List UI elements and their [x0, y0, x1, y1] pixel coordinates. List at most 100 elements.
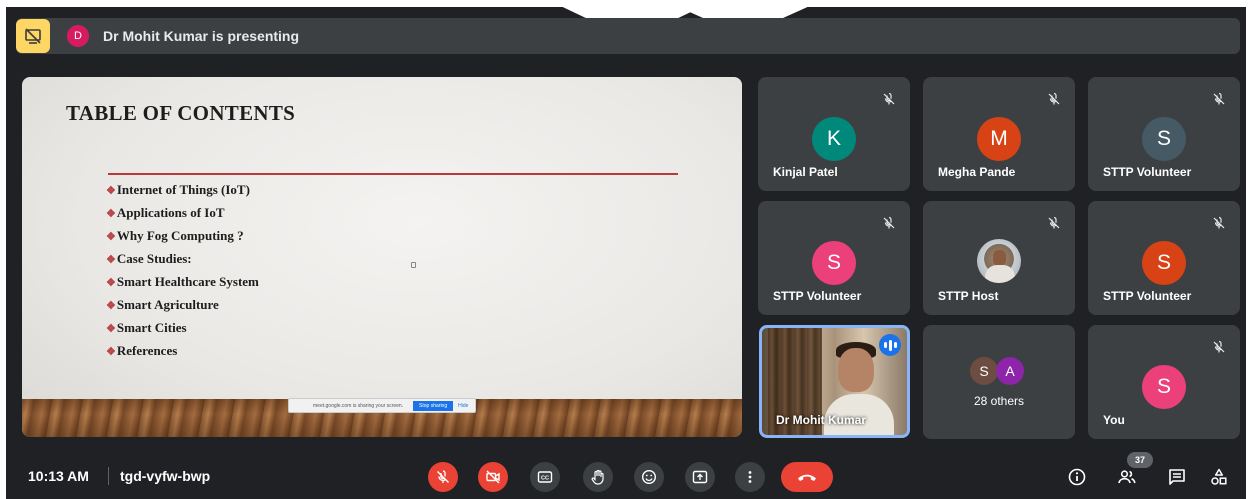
- participant-count-badge: 37: [1127, 452, 1153, 468]
- bullet-text: Case Studies:: [116, 251, 192, 266]
- captions-button[interactable]: CC: [530, 462, 560, 492]
- meeting-time: 10:13 AM: [28, 468, 89, 484]
- video-person-face: [838, 348, 874, 392]
- activities-button[interactable]: [1206, 464, 1232, 490]
- shared-screen: TABLE OF CONTENTS ❖Internet of Things (I…: [22, 77, 742, 437]
- mic-off-icon: [1210, 338, 1228, 356]
- screen-sharing-notice: meet.google.com is sharing your screen. …: [288, 398, 476, 413]
- others-count-label: 28 others: [973, 394, 1025, 408]
- bullet-icon: ❖: [106, 231, 116, 243]
- slide-divider: [108, 173, 678, 175]
- participant-name: Megha Pande: [938, 165, 1016, 179]
- activities-icon: [1211, 468, 1227, 485]
- microphone-toggle-button[interactable]: [428, 462, 458, 492]
- end-call-icon: [798, 474, 816, 481]
- slide-title: TABLE OF CONTENTS: [66, 101, 296, 125]
- bullet-text: Internet of Things (IoT): [116, 182, 250, 197]
- present-now-button[interactable]: [685, 462, 715, 492]
- more-options-button[interactable]: [735, 462, 765, 492]
- participant-avatar: A: [996, 357, 1024, 385]
- self-tile[interactable]: S You: [1088, 325, 1240, 439]
- mic-off-icon: [880, 214, 898, 232]
- mic-off-icon: [437, 470, 449, 483]
- bullet-icon: ❖: [106, 185, 116, 197]
- raise-hand-icon: [591, 469, 604, 485]
- mouse-cursor-icon: [411, 262, 416, 268]
- slide-bullet-item: ❖Smart Healthcare System: [106, 270, 259, 293]
- bullet-icon: ❖: [106, 300, 116, 312]
- slide-bullet-item: ❖Case Studies:: [106, 247, 259, 270]
- chat-button[interactable]: [1164, 464, 1190, 490]
- stop-presenting-button[interactable]: [16, 19, 50, 53]
- bullet-text: Smart Cities: [116, 320, 187, 335]
- emoji-icon: [641, 469, 657, 485]
- meeting-details-button[interactable]: [1064, 464, 1090, 490]
- presenting-bar: D Dr Mohit Kumar is presenting: [16, 18, 1240, 54]
- present-icon: [692, 470, 708, 484]
- mic-off-icon: [1210, 214, 1228, 232]
- participant-tile[interactable]: K Kinjal Patel: [758, 77, 910, 191]
- slide-bullet-item: ❖Smart Cities: [106, 316, 259, 339]
- bullet-icon: ❖: [106, 346, 116, 358]
- slide-bullet-item: ❖Smart Agriculture: [106, 293, 259, 316]
- participant-avatar: K: [812, 117, 856, 161]
- participant-avatar: S: [1142, 241, 1186, 285]
- bullet-icon: ❖: [106, 277, 116, 289]
- bullet-text: Smart Agriculture: [116, 297, 219, 312]
- others-tile[interactable]: S A 28 others: [923, 325, 1075, 439]
- participant-name: Dr Mohit Kumar: [776, 413, 866, 427]
- svg-text:CC: CC: [541, 476, 549, 482]
- captions-icon: CC: [537, 471, 553, 483]
- bullet-text: Why Fog Computing ?: [116, 228, 244, 243]
- participant-tile[interactable]: S STTP Volunteer: [1088, 77, 1240, 191]
- bullet-text: Applications of IoT: [116, 205, 225, 220]
- participant-avatar: S: [1142, 365, 1186, 409]
- participant-avatar: S: [1142, 117, 1186, 161]
- participant-name: STTP Host: [938, 289, 999, 303]
- participant-avatar: M: [977, 117, 1021, 161]
- divider: [108, 467, 109, 485]
- presenter-video-tile[interactable]: Dr Mohit Kumar: [759, 325, 910, 438]
- stop-sharing-button[interactable]: Stop sharing: [413, 400, 454, 411]
- mic-off-icon: [1045, 90, 1063, 108]
- camera-toggle-button[interactable]: [478, 462, 508, 492]
- participant-name: STTP Volunteer: [1103, 165, 1192, 179]
- bullet-icon: ❖: [106, 323, 116, 335]
- participant-name: Kinjal Patel: [773, 165, 838, 179]
- participant-avatar: S: [970, 357, 998, 385]
- bullet-text: References: [116, 343, 178, 358]
- participant-tile[interactable]: S STTP Volunteer: [1088, 201, 1240, 315]
- meeting-controls-bar: 10:13 AM tgd-vyfw-bwp CC: [0, 448, 1252, 499]
- mic-off-icon: [1210, 90, 1228, 108]
- info-icon: [1068, 468, 1086, 486]
- stop-presenting-icon: [25, 28, 41, 44]
- raise-hand-button[interactable]: [583, 462, 613, 492]
- sharing-notice-text: meet.google.com is sharing your screen.: [313, 402, 404, 409]
- slide-bullet-item: ❖Applications of IoT: [106, 201, 259, 224]
- more-options-icon: [748, 471, 752, 483]
- emoji-reactions-button[interactable]: [634, 462, 664, 492]
- participant-name: STTP Volunteer: [773, 289, 862, 303]
- hide-notice-link[interactable]: Hide: [458, 403, 468, 409]
- participant-tile[interactable]: STTP Host: [923, 201, 1075, 315]
- bullet-icon: ❖: [106, 208, 116, 220]
- leave-call-button[interactable]: [781, 462, 833, 492]
- bullet-icon: ❖: [106, 254, 116, 266]
- others-avatars: S A: [970, 357, 1024, 385]
- chat-icon: [1169, 469, 1185, 485]
- people-icon: [1118, 470, 1136, 484]
- camera-off-icon: [486, 470, 500, 484]
- participant-name: You: [1103, 413, 1125, 427]
- mic-off-icon: [1045, 214, 1063, 232]
- participant-tile[interactable]: S STTP Volunteer: [758, 201, 910, 315]
- slide-bullet-item: ❖Internet of Things (IoT): [106, 178, 259, 201]
- mic-off-icon: [880, 90, 898, 108]
- speaking-indicator-icon: [879, 334, 901, 356]
- slide-bullet-item: ❖References: [106, 339, 259, 362]
- participant-avatar: S: [812, 241, 856, 285]
- participant-photo-avatar: [977, 239, 1021, 283]
- meeting-code: tgd-vyfw-bwp: [120, 468, 211, 484]
- participant-name: STTP Volunteer: [1103, 289, 1192, 303]
- participant-tile[interactable]: M Megha Pande: [923, 77, 1075, 191]
- slide-bullet-list: ❖Internet of Things (IoT) ❖Applications …: [106, 178, 259, 362]
